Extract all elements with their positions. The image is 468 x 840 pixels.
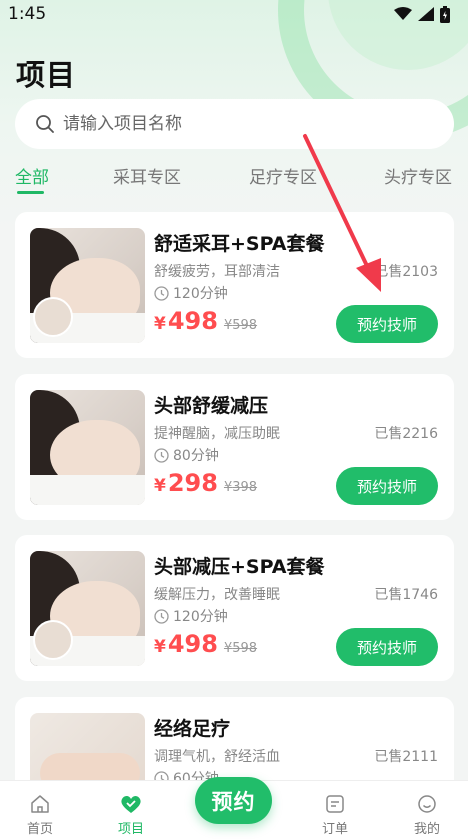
project-card[interactable]: 头部减压+SPA套餐 缓解压力，改善睡眠 已售1746 120分钟 ¥ 498 … xyxy=(15,535,454,681)
original-currency-symbol: ¥ xyxy=(223,318,233,333)
clock-icon xyxy=(154,608,169,624)
tab-foot-therapy[interactable]: 足疗专区 xyxy=(249,163,317,188)
current-price: 498 xyxy=(167,630,218,658)
price: ¥ 298 ¥ 398 xyxy=(154,469,257,497)
project-duration: 120分钟 xyxy=(154,283,228,303)
duration-text: 120分钟 xyxy=(173,609,228,625)
tab-ear-care[interactable]: 采耳专区 xyxy=(113,163,181,188)
original-price: 598 xyxy=(232,641,258,656)
project-image xyxy=(30,551,145,666)
currency-symbol: ¥ xyxy=(154,476,166,496)
price: ¥ 498 ¥ 598 xyxy=(154,630,257,658)
category-tabs: 全部 采耳专区 足疗专区 头疗专区 xyxy=(0,160,468,194)
home-icon xyxy=(31,795,49,813)
sold-count: 已售2111 xyxy=(374,749,438,765)
nav-mine-label: 我的 xyxy=(413,822,440,837)
sold-count: 已售1746 xyxy=(374,587,438,603)
sold-count: 已售2103 xyxy=(374,264,438,280)
smile-icon xyxy=(418,795,436,813)
project-image xyxy=(30,390,145,505)
search-icon xyxy=(36,115,54,133)
project-card[interactable]: 头部舒缓减压 提神醒脑，减压助眠 已售2216 80分钟 ¥ 298 ¥ 398… xyxy=(15,374,454,520)
signal-icon xyxy=(418,7,434,21)
currency-symbol: ¥ xyxy=(154,637,166,657)
project-description: 提神醒脑，减压助眠 xyxy=(154,426,280,442)
project-title: 头部舒缓减压 xyxy=(154,395,269,417)
nav-home-label: 首页 xyxy=(26,822,53,837)
orders-icon xyxy=(326,795,344,813)
tab-all[interactable]: 全部 xyxy=(15,163,49,188)
status-bar: 1:45 xyxy=(0,0,468,28)
nav-orders-label: 订单 xyxy=(321,822,348,837)
book-technician-button[interactable]: 预约技师 xyxy=(336,628,438,666)
current-price: 498 xyxy=(167,307,218,335)
project-duration: 80分钟 xyxy=(154,445,219,465)
active-tab-indicator xyxy=(17,191,44,194)
project-title: 经络足疗 xyxy=(154,718,231,740)
wifi-icon xyxy=(394,7,412,20)
duration-text: 120分钟 xyxy=(173,286,228,302)
price: ¥ 498 ¥ 598 xyxy=(154,307,257,335)
status-time: 1:45 xyxy=(8,4,47,24)
nav-projects[interactable]: 项目 xyxy=(101,781,161,840)
book-technician-button[interactable]: 预约技师 xyxy=(336,305,438,343)
original-currency-symbol: ¥ xyxy=(223,641,233,656)
original-currency-symbol: ¥ xyxy=(223,480,233,495)
project-description: 调理气机，舒经活血 xyxy=(154,749,280,765)
project-duration: 120分钟 xyxy=(154,606,228,626)
heart-check-icon xyxy=(121,796,141,813)
project-description: 舒缓疲劳，耳部清洁 xyxy=(154,264,280,280)
head-spa-inset-image xyxy=(33,620,73,660)
clock-icon xyxy=(154,285,169,301)
project-title: 头部减压+SPA套餐 xyxy=(154,556,325,578)
project-title: 舒适采耳+SPA套餐 xyxy=(154,233,325,255)
duration-text: 80分钟 xyxy=(173,448,219,464)
sold-count: 已售2216 xyxy=(374,426,438,442)
project-description: 缓解压力，改善睡眠 xyxy=(154,587,280,603)
book-nav-button[interactable]: 预约 xyxy=(195,777,272,824)
book-technician-button[interactable]: 预约技师 xyxy=(336,467,438,505)
currency-symbol: ¥ xyxy=(154,314,166,334)
project-image xyxy=(30,228,145,343)
ear-care-inset-image xyxy=(33,297,73,337)
battery-icon xyxy=(440,5,450,23)
original-price: 598 xyxy=(232,318,258,333)
nav-home[interactable]: 首页 xyxy=(10,781,70,840)
tab-head-therapy[interactable]: 头疗专区 xyxy=(384,163,452,188)
nav-mine[interactable]: 我的 xyxy=(397,781,457,840)
project-card[interactable]: 舒适采耳+SPA套餐 舒缓疲劳，耳部清洁 已售2103 120分钟 ¥ 498 … xyxy=(15,212,454,358)
original-price: 398 xyxy=(232,480,258,495)
nav-projects-label: 项目 xyxy=(117,822,144,837)
search-bar[interactable] xyxy=(15,99,454,149)
status-icons xyxy=(394,5,450,23)
current-price: 298 xyxy=(167,469,218,497)
clock-icon xyxy=(154,447,169,463)
nav-orders[interactable]: 订单 xyxy=(305,781,365,840)
search-input[interactable] xyxy=(63,114,423,134)
page-title: 项目 xyxy=(16,58,77,92)
